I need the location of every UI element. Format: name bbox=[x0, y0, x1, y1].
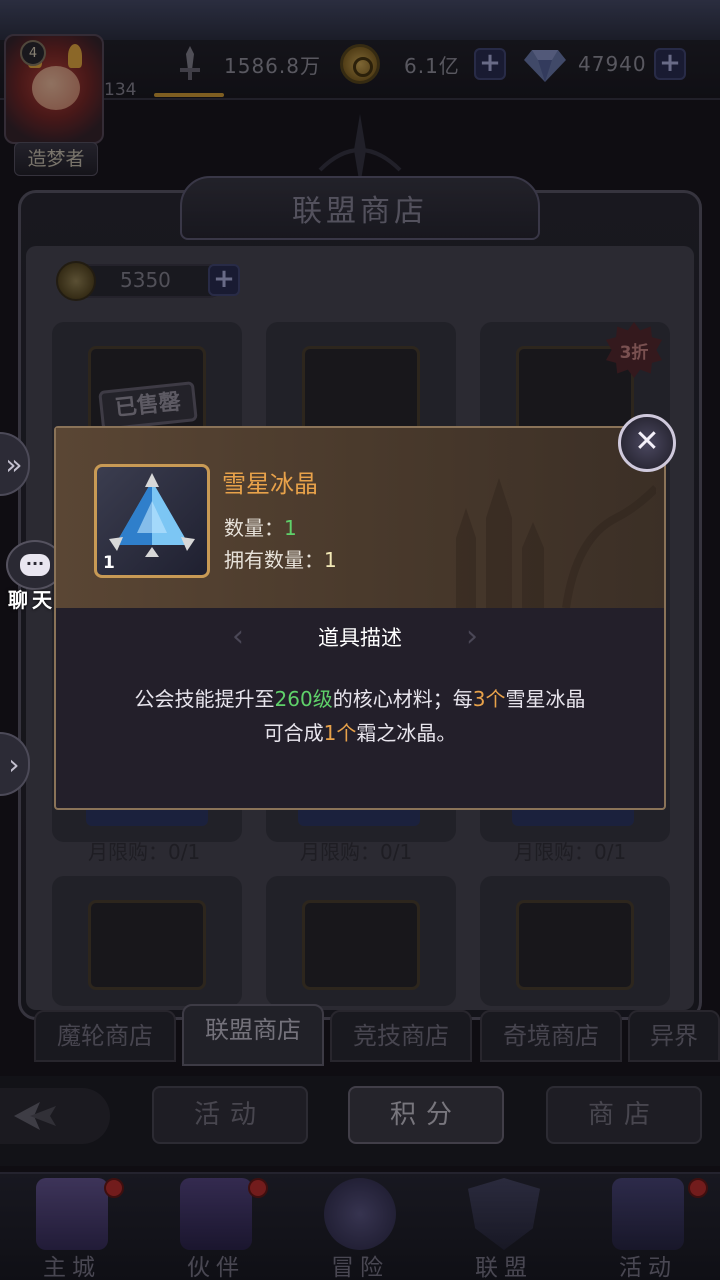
castle-silhouette-icon bbox=[456, 478, 656, 608]
quantity-value: 1 bbox=[284, 516, 297, 540]
quantity-row: 数量：1 bbox=[224, 512, 297, 541]
close-popup-button[interactable]: ✕ bbox=[618, 414, 676, 472]
item-name: 雪星冰晶 bbox=[222, 470, 318, 498]
close-icon: ✕ bbox=[634, 424, 660, 459]
owned-row: 拥有数量：1 bbox=[224, 544, 337, 573]
desc-highlight-level: 260级 bbox=[274, 687, 333, 711]
item-icon-frame: 1 bbox=[94, 464, 210, 578]
desc-part: 公会技能提升至 bbox=[134, 687, 275, 711]
popup-header: 1 雪星冰晶 数量：1 拥有数量：1 bbox=[56, 428, 664, 608]
desc-highlight-count: 3个 bbox=[472, 687, 506, 711]
desc-highlight-count: 1个 bbox=[323, 721, 357, 745]
description-title: 道具描述 bbox=[318, 626, 402, 650]
item-detail-popup: 1 雪星冰晶 数量：1 拥有数量：1 ‹ › 道具描述 公会技能提升至260级的… bbox=[54, 426, 666, 810]
desc-part: 霜之冰晶。 bbox=[356, 721, 457, 745]
chat-icon: ... bbox=[20, 552, 50, 576]
desc-part: 可合成 bbox=[263, 721, 324, 745]
owned-value: 1 bbox=[324, 548, 337, 572]
item-count: 1 bbox=[103, 553, 115, 573]
quantity-label: 数量： bbox=[224, 516, 284, 540]
item-description: 公会技能提升至260级的核心材料；每3个雪星冰晶 可合成1个霜之冰晶。 bbox=[96, 682, 624, 750]
desc-part: 的核心材料；每 bbox=[332, 687, 473, 711]
chat-label: 聊天 bbox=[8, 588, 56, 612]
desc-part: 雪星冰晶 bbox=[505, 687, 586, 711]
owned-label: 拥有数量： bbox=[224, 548, 324, 572]
